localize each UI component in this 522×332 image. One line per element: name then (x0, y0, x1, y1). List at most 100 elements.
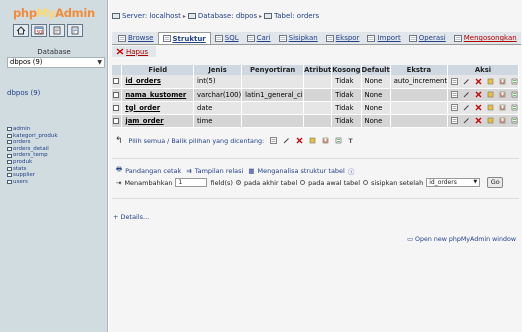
drop-icon[interactable] (475, 117, 482, 124)
table-list-item[interactable]: produk (7, 159, 58, 166)
table-icon (7, 133, 12, 138)
table-list-item[interactable]: supplier (7, 172, 58, 179)
after-field-select[interactable]: id_orders ▼ (426, 178, 481, 187)
index-icon[interactable] (511, 91, 518, 98)
analyze-structure-link[interactable]: Menganalisa struktur tabel (258, 167, 345, 175)
database-link[interactable]: dbpos (9) (7, 89, 40, 97)
svg-text:T: T (349, 138, 354, 144)
edit-icon[interactable] (463, 78, 470, 85)
sql-docs-icon[interactable] (67, 24, 83, 37)
row-checkbox[interactable] (113, 104, 119, 111)
tab-browse[interactable]: Browse (114, 32, 158, 44)
query-window-icon[interactable]: SQL (31, 24, 47, 37)
field-name[interactable]: jam_order (125, 117, 163, 125)
check-all-link[interactable]: Pilih semua / Balik pilihan yang dicenta… (129, 137, 265, 145)
help-icon[interactable]: ⓘ (348, 166, 355, 176)
breadcrumb-server[interactable]: Server: localhost (122, 12, 181, 20)
tab-struktur[interactable]: Struktur (157, 32, 211, 44)
table-list-item[interactable]: admin (7, 126, 58, 133)
browse-icon[interactable] (451, 77, 458, 85)
cell-collation (241, 101, 305, 115)
row-checkbox[interactable] (113, 117, 119, 124)
table-list-item[interactable]: kategori_produk (7, 133, 58, 140)
table-list-item[interactable]: stats (7, 166, 58, 173)
drop-selected-icon[interactable] (296, 137, 303, 146)
primary-key-icon[interactable] (487, 78, 494, 85)
breadcrumb: Server: localhost ▸ Database: dbpos ▸ Ta… (112, 12, 319, 20)
browse-icon[interactable] (451, 91, 458, 98)
table-list-item[interactable]: orders_detail (7, 146, 58, 153)
primary-selected-icon[interactable] (309, 137, 316, 146)
go-button[interactable]: Go (487, 177, 504, 188)
field-collation: latin1_general_ci (245, 90, 303, 99)
index-icon[interactable] (511, 78, 518, 85)
database-select[interactable]: dbpos (9) ▼ (7, 57, 105, 68)
table-list-item[interactable]: users (7, 179, 58, 186)
header-field[interactable]: Field (121, 65, 195, 75)
cell-field: jam_order (121, 114, 195, 128)
tab-cari[interactable]: Cari (243, 32, 275, 44)
details-link[interactable]: + Details... (113, 213, 149, 221)
index-icon[interactable] (511, 104, 518, 111)
tab-ekspor[interactable]: Ekspor (322, 32, 364, 44)
field-extra: auto_increment (393, 77, 447, 86)
drop-icon[interactable] (475, 78, 482, 85)
cell-collation (241, 75, 305, 89)
home-icon[interactable] (13, 24, 29, 37)
edit-icon[interactable] (463, 91, 470, 98)
unique-icon[interactable] (499, 78, 506, 85)
row-checkbox[interactable] (113, 91, 119, 98)
field-null: Tidak (335, 77, 354, 86)
unique-icon[interactable] (499, 104, 506, 111)
field-name[interactable]: nama_kustomer (125, 91, 186, 99)
tab-import[interactable]: Import (363, 32, 404, 44)
primary-key-icon[interactable] (487, 91, 494, 98)
radio-at-end[interactable] (235, 180, 241, 185)
check-all-row: ↰ Pilih semua / Balik pilihan yang dicen… (115, 136, 355, 146)
edit-selected-icon[interactable] (283, 137, 290, 146)
index-selected-icon[interactable] (335, 137, 342, 146)
browse-selected-icon[interactable] (270, 136, 278, 146)
phpmyadmin-logo[interactable]: phpMyAdmin (13, 6, 95, 20)
relation-view-link[interactable]: Tampilan relasi (195, 167, 244, 175)
browse-icon[interactable] (451, 104, 458, 111)
breadcrumb-database[interactable]: Database: dbpos (198, 12, 257, 20)
header-default: Default (361, 65, 391, 75)
tab-hapus[interactable]: Hapus (116, 48, 152, 56)
breadcrumb-table[interactable]: Tabel: orders (274, 12, 319, 20)
primary-key-icon[interactable] (487, 104, 494, 111)
cell-default: None (361, 75, 391, 89)
primary-key-icon[interactable] (487, 117, 494, 124)
chevron-down-icon: ▼ (97, 59, 102, 66)
row-checkbox[interactable] (113, 78, 119, 85)
tab-sql[interactable]: SQL (211, 32, 243, 44)
field-name[interactable]: tgl_order (125, 104, 160, 112)
tab-mengosongkan[interactable]: Mengosongkan (450, 32, 521, 44)
cell-null: Tidak (331, 114, 362, 128)
table-list-item[interactable]: orders (7, 139, 58, 146)
tab-operasi[interactable]: Operasi (405, 32, 450, 44)
drop-icon[interactable] (475, 91, 482, 98)
unique-icon[interactable] (499, 91, 506, 98)
docs-icon[interactable] (49, 24, 65, 37)
tab-sisipkan[interactable]: Sisipkan (275, 32, 322, 44)
new-window-link[interactable]: ▭ Open new phpMyAdmin window (407, 236, 516, 243)
browse-icon[interactable] (451, 117, 458, 124)
header-type: Jenis (193, 65, 243, 75)
index-icon[interactable] (511, 117, 518, 124)
unique-icon[interactable] (499, 117, 506, 124)
relation-icon: ⇉ (186, 166, 192, 175)
print-view-link[interactable]: Pandangan cetak (125, 167, 181, 175)
table-list-item[interactable]: orders_temp (7, 152, 58, 159)
unique-selected-icon[interactable] (322, 137, 329, 146)
field-name[interactable]: id_orders (125, 77, 161, 85)
edit-icon[interactable] (463, 117, 470, 124)
cell-chk (112, 75, 123, 89)
edit-icon[interactable] (463, 104, 470, 111)
fulltext-selected-icon[interactable]: T (348, 137, 355, 146)
radio-at-beginning[interactable] (300, 180, 306, 185)
add-field-count-input[interactable]: 1 (175, 178, 208, 187)
radio-after[interactable] (363, 180, 369, 185)
drop-icon[interactable] (475, 104, 482, 111)
at-beginning-label: pada awal tabel (308, 178, 361, 187)
